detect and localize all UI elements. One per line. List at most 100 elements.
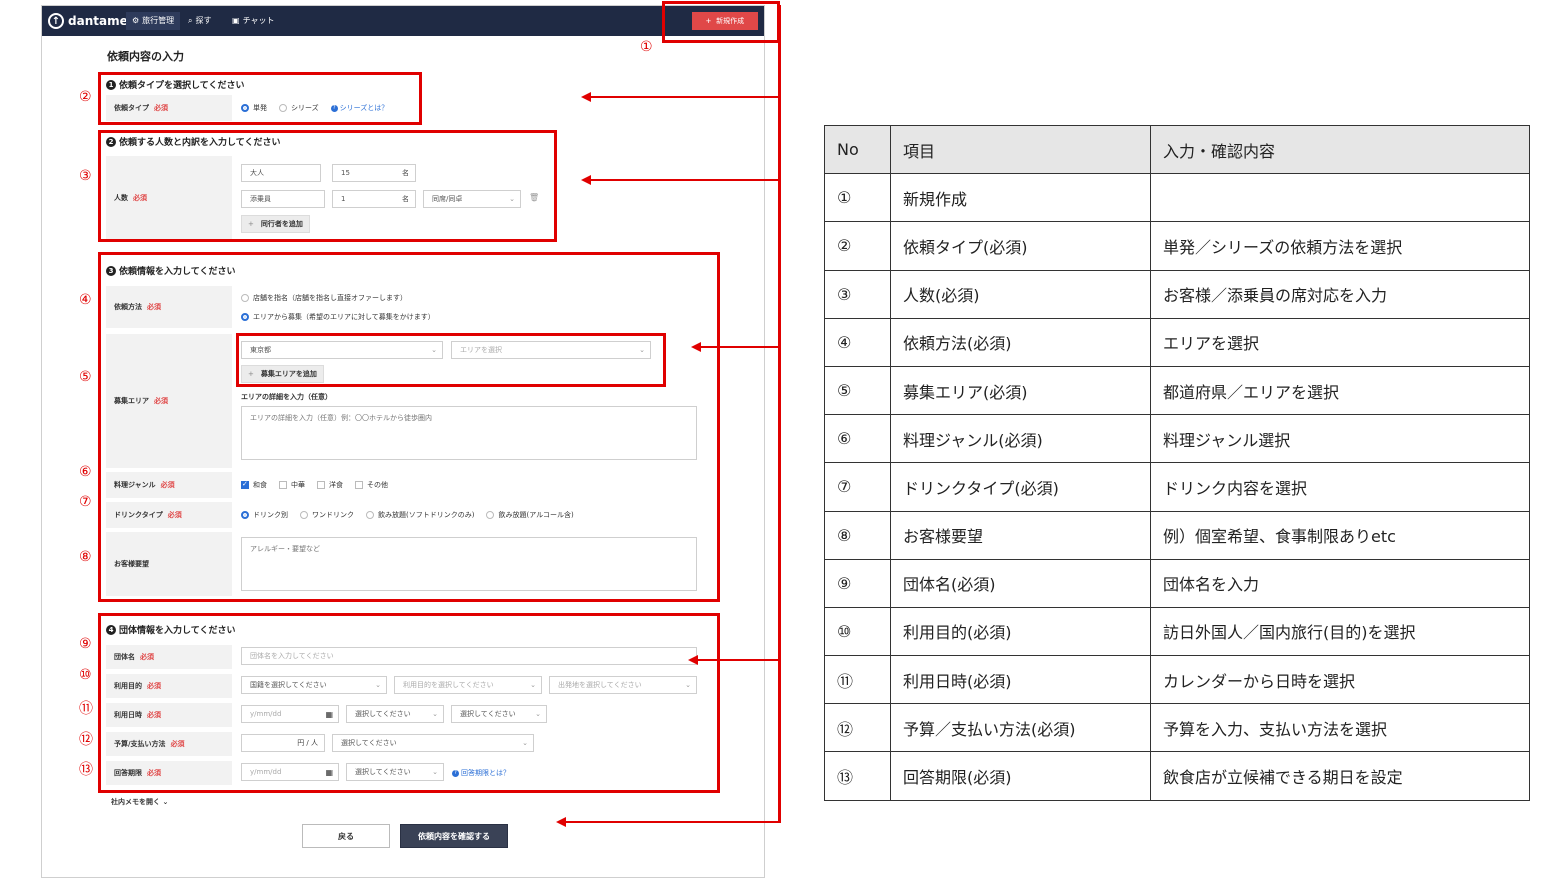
marker-2: ② (79, 89, 92, 105)
table-row: ③ 人数(必須) お客様／添乗員の席対応を入力 (824, 269, 1530, 319)
table-row: ⑧ お客様要望 例）個室希望、食事制限ありetc (824, 510, 1530, 560)
confirm-button[interactable]: 依頼内容を確認する (400, 824, 508, 848)
marker-6: ⑥ (79, 464, 92, 480)
table-row: ⑩ 利用目的(必須) 訪日外国人／国内旅行(目的)を選択 (824, 606, 1530, 657)
marker-4: ④ (79, 292, 92, 308)
explanation-table: No 項目 入力・確認内容 ① 新規作成 ② 依頼タイプ(必須) 単発／シリーズの依頼方… (824, 124, 1530, 801)
table-cell-item: 団体名(必須) (890, 558, 1151, 608)
nav-item-chat[interactable]: ▣ チャット (226, 12, 280, 30)
chat-icon: ▣ (232, 16, 240, 25)
table-cell-no: ② (824, 221, 891, 271)
arrow-line-3 (590, 179, 780, 181)
table-header-row: No 項目 入力・確認内容 (824, 124, 1530, 175)
table-cell-item: 料理ジャンル(必須) (890, 414, 1151, 464)
table-cell-item: ドリンクタイプ(必須) (890, 462, 1151, 512)
table-cell-no: ⑨ (824, 558, 891, 608)
arrow-line-9 (697, 659, 780, 661)
table-cell-content: 団体名を入力 (1150, 558, 1530, 608)
table-cell-content: エリアを選択 (1150, 317, 1530, 367)
table-cell-no: ① (824, 173, 891, 223)
table-cell-no: ⑩ (824, 606, 891, 657)
table-cell-item: 依頼方法(必須) (890, 317, 1151, 367)
marker-5: ⑤ (79, 369, 92, 385)
table-cell-content: 単発／シリーズの依頼方法を選択 (1150, 221, 1530, 271)
table-cell-item: 利用目的(必須) (890, 606, 1151, 657)
table-cell-no: ③ (824, 269, 891, 319)
marker-8: ⑧ (79, 549, 92, 565)
nav-item-travel-management[interactable]: ⚙ 旅行管理 (126, 12, 181, 30)
table-cell-item: 新規作成 (890, 173, 1151, 223)
table-row: ⑥ 料理ジャンル(必須) 料理ジャンル選択 (824, 414, 1530, 464)
table-cell-no: ⑬ (824, 751, 891, 801)
logo-icon: ↑ (48, 13, 64, 29)
marker-11: ⑪ (79, 701, 93, 717)
table-cell-item: お客様要望 (890, 510, 1151, 560)
table-row: ② 依頼タイプ(必須) 単発／シリーズの依頼方法を選択 (824, 221, 1530, 271)
marker-9: ⑨ (79, 636, 92, 652)
annotated-screenshot: ↑ dantame ⚙ 旅行管理 ⌕ 探す ▣ チャット + 新規作成 依頼内容… (0, 0, 1554, 888)
arrow-line-2 (590, 96, 780, 98)
table-row: ④ 依頼方法(必須) エリアを選択 (824, 317, 1530, 367)
logo[interactable]: ↑ dantame (48, 12, 128, 30)
table-row: ⑬ 回答期限(必須) 飲食店が立候補できる期日を設定 (824, 751, 1530, 801)
arrowhead-bottom (556, 817, 566, 827)
back-button[interactable]: 戻る (302, 824, 390, 848)
table-cell-no: ⑫ (824, 703, 891, 753)
table-cell-item: 募集エリア(必須) (890, 365, 1151, 416)
chevron-down-icon: ⌄ (162, 798, 169, 806)
table-row: ⑨ 団体名(必須) 団体名を入力 (824, 558, 1530, 608)
table-cell-no: ④ (824, 317, 891, 367)
table-cell-item: 利用日時(必須) (890, 655, 1151, 705)
table-cell-no: ⑧ (824, 510, 891, 560)
table-cell-item: 依頼タイプ(必須) (890, 221, 1151, 271)
table-cell-content: ドリンク内容を選択 (1150, 462, 1530, 512)
highlight-box-1 (662, 1, 780, 43)
table-row: ⑪ 利用日時(必須) カレンダーから日時を選択 (824, 655, 1530, 705)
table-cell-content: 例）個室希望、食事制限ありetc (1150, 510, 1530, 560)
table-cell-content: 予算を入力、支払い方法を選択 (1150, 703, 1530, 753)
arrowhead-5 (691, 342, 701, 352)
memo-toggle[interactable]: 社内メモを開く ⌄ (111, 797, 168, 807)
table-cell-content: カレンダーから日時を選択 (1150, 655, 1530, 705)
table-row: ① 新規作成 (824, 173, 1530, 223)
arrowhead-3 (581, 175, 591, 185)
table-cell-content: 訪日外国人／国内旅行(目的)を選択 (1150, 606, 1530, 657)
highlight-box-4 (98, 252, 720, 602)
marker-13: ⑬ (79, 762, 93, 778)
table-cell-item: 人数(必須) (890, 269, 1151, 319)
marker-3: ③ (79, 168, 92, 184)
table-body: ① 新規作成 ② 依頼タイプ(必須) 単発／シリーズの依頼方法を選択 ③ 人数(必須) お客様… (824, 173, 1530, 801)
table-cell-content (1150, 173, 1530, 223)
arrowhead-9 (688, 655, 698, 665)
table-row: ⑫ 予算／支払い方法(必須) 予算を入力、支払い方法を選択 (824, 703, 1530, 753)
table-cell-content: 飲食店が立候補できる期日を設定 (1150, 751, 1530, 801)
table-row: ⑤ 募集エリア(必須) 都道府県／エリアを選択 (824, 365, 1530, 416)
header-content: 入力・確認内容 (1150, 124, 1530, 175)
table-cell-no: ⑦ (824, 462, 891, 512)
page-title: 依頼内容の入力 (107, 50, 184, 63)
nav-item-search[interactable]: ⌕ 探す (182, 12, 217, 30)
table-cell-content: お客様／添乗員の席対応を入力 (1150, 269, 1530, 319)
highlight-box-2 (98, 72, 422, 125)
table-cell-content: 料理ジャンル選択 (1150, 414, 1530, 464)
table-cell-no: ⑤ (824, 365, 891, 416)
arrow-line-bottom (565, 821, 780, 823)
highlight-box-6 (98, 613, 720, 793)
connector-line (778, 5, 781, 823)
arrowhead-2 (581, 92, 591, 102)
marker-10: ⑩ (79, 667, 92, 683)
marker-7: ⑦ (79, 494, 92, 510)
arrow-line-5 (700, 346, 780, 348)
table-cell-content: 都道府県／エリアを選択 (1150, 365, 1530, 416)
table-cell-no: ⑪ (824, 655, 891, 705)
marker-12: ⑫ (79, 732, 93, 748)
header-no: No (824, 124, 891, 175)
highlight-box-3 (98, 130, 557, 242)
table-row: ⑦ ドリンクタイプ(必須) ドリンク内容を選択 (824, 462, 1530, 512)
logo-text: dantame (68, 14, 128, 28)
table-cell-item: 予算／支払い方法(必須) (890, 703, 1151, 753)
gear-icon: ⚙ (132, 16, 140, 25)
marker-1: ① (640, 39, 653, 55)
header-item: 項目 (890, 124, 1151, 175)
top-navbar: ↑ dantame ⚙ 旅行管理 ⌕ 探す ▣ チャット + 新規作成 (42, 6, 764, 36)
